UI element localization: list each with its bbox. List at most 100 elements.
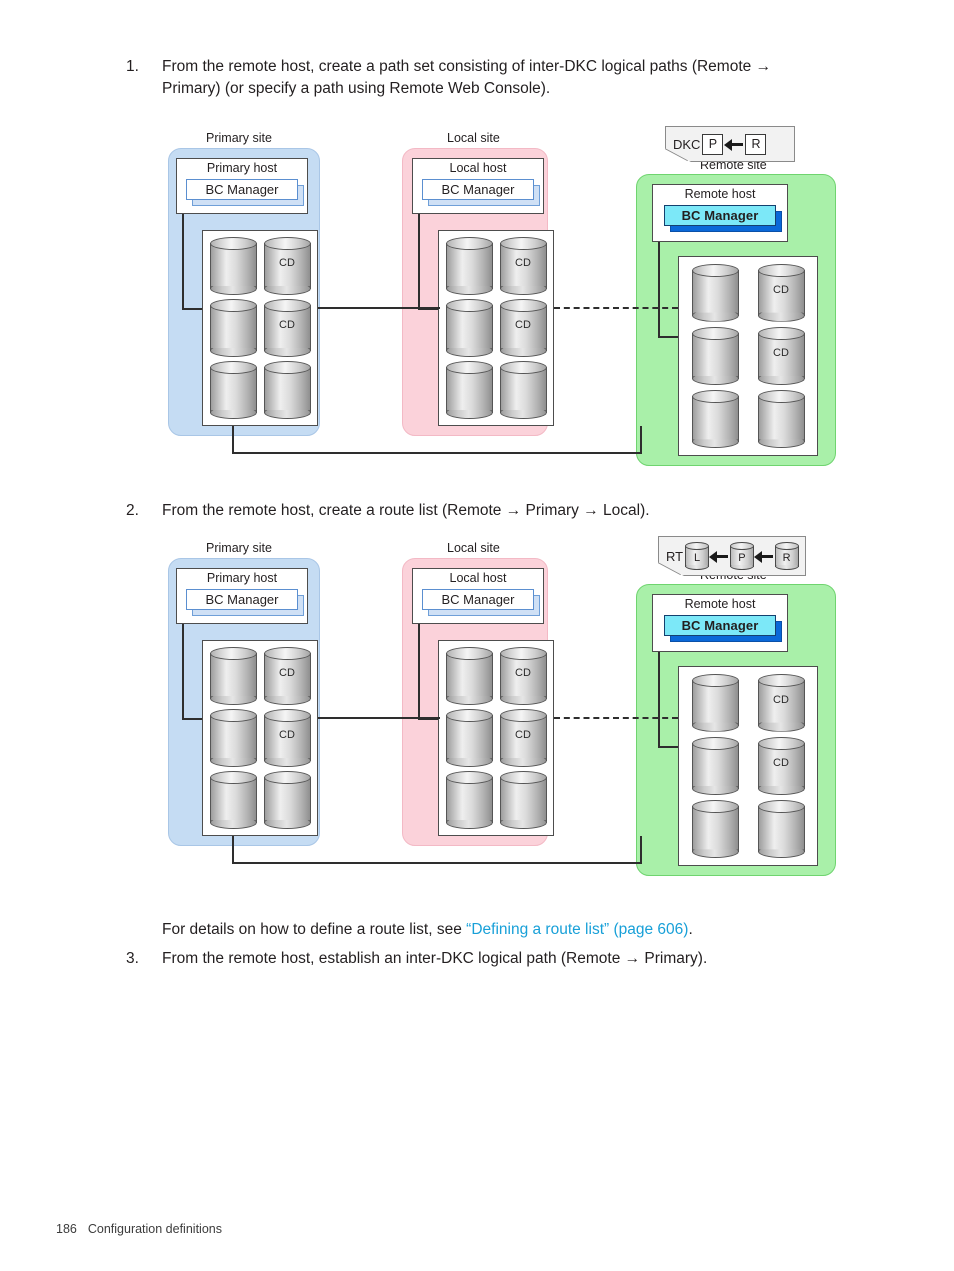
- callout-node-l: L: [685, 542, 710, 570]
- disk-cylinder: [691, 326, 739, 385]
- remote-host-wire-vertical: [658, 242, 661, 338]
- callout-node-r: R: [774, 542, 799, 570]
- disk-label: CD: [279, 319, 295, 331]
- note-lead-text: For details on how to define a route lis…: [162, 921, 467, 938]
- callout-tag: RT: [666, 548, 684, 564]
- disk-cylinder: [209, 771, 257, 829]
- disk-cylinder: [209, 237, 257, 295]
- dkc-callout: DKC P R: [665, 126, 795, 162]
- remote-bc-manager: BC Manager: [664, 614, 782, 642]
- disk-cylinder: [691, 673, 739, 732]
- local-host-wire-vertical: [418, 624, 421, 720]
- callout-node-p-label: P: [738, 552, 746, 564]
- bottom-link-vertical-left: [232, 426, 235, 454]
- bc-manager-label: BC Manager: [664, 614, 776, 636]
- disk-label: CD: [515, 319, 531, 331]
- disk-cylinder: [757, 800, 805, 859]
- local-bc-manager: BC Manager: [422, 178, 540, 206]
- disk-cylinder: [499, 361, 547, 419]
- primary-host-wire-vertical: [182, 214, 185, 310]
- disk-cylinder: [499, 771, 547, 829]
- bottom-link-vertical-right: [640, 836, 643, 864]
- disk-cylinder: [445, 709, 493, 767]
- callout-fold-corner: [658, 562, 684, 576]
- step-2: 2. From the remote host, create a route …: [126, 500, 826, 522]
- local-site-label: Local site: [447, 131, 500, 145]
- disk-label: CD: [279, 729, 295, 741]
- primary-site-label: Primary site: [206, 541, 272, 555]
- bottom-link-horizontal: [232, 452, 642, 455]
- disk-cylinder: CD: [263, 299, 311, 357]
- primary-disk-array: CD CD: [202, 230, 318, 426]
- primary-site-label: Primary site: [206, 131, 272, 145]
- note-tail-text: .: [688, 921, 693, 938]
- disk-cylinder: CD: [757, 263, 805, 322]
- step-1-text: From the remote host, create a path set …: [162, 58, 772, 98]
- page-footer: 186 Configuration definitions: [56, 1222, 222, 1236]
- remote-bc-manager: BC Manager: [664, 204, 782, 232]
- bc-manager-label: BC Manager: [186, 588, 298, 610]
- disk-cylinder: [445, 237, 493, 295]
- primary-bc-manager: BC Manager: [186, 178, 304, 206]
- disk-cylinder: [445, 647, 493, 705]
- local-remote-dashed-link: [554, 717, 678, 719]
- bc-manager-label: BC Manager: [186, 178, 298, 200]
- step-3: 3. From the remote host, establish an in…: [126, 948, 826, 970]
- local-host-box: Local host BC Manager: [412, 158, 544, 214]
- disk-cylinder: [445, 361, 493, 419]
- local-disk-array: CD CD: [438, 640, 554, 836]
- remote-disk-array: CD CD: [678, 666, 818, 866]
- primary-local-link: [318, 307, 440, 310]
- footer-page-number: 186: [56, 1222, 77, 1236]
- remote-host-title: Remote host: [684, 597, 756, 611]
- local-bc-manager: BC Manager: [422, 588, 540, 616]
- local-host-title: Local host: [449, 161, 507, 175]
- disk-cylinder: CD: [499, 647, 547, 705]
- primary-disk-array: CD CD: [202, 640, 318, 836]
- remote-host-wire-vertical: [658, 652, 661, 748]
- callout-node-p: P: [702, 133, 724, 155]
- disk-label: CD: [279, 667, 295, 679]
- primary-host-box: Primary host BC Manager: [176, 568, 308, 624]
- primary-host-wire-vertical: [182, 624, 185, 720]
- disk-label: CD: [515, 667, 531, 679]
- step-1: 1. From the remote host, create a path s…: [126, 56, 826, 101]
- disk-cylinder: [691, 263, 739, 322]
- disk-label: CD: [773, 756, 789, 769]
- figure-path-set: Primary site Local site Remote site Prim…: [160, 126, 850, 474]
- disk-cylinder: [209, 709, 257, 767]
- local-host-wire-vertical: [418, 214, 421, 310]
- local-site-label: Local site: [447, 541, 500, 555]
- disk-label: CD: [773, 693, 789, 706]
- disk-label: CD: [515, 729, 531, 741]
- remote-disk-array: CD CD: [678, 256, 818, 456]
- local-host-title: Local host: [449, 571, 507, 585]
- local-disk-array: CD CD: [438, 230, 554, 426]
- footer-section-title: Configuration definitions: [87, 1222, 222, 1236]
- primary-host-title: Primary host: [206, 571, 278, 585]
- callout-node-l-label: L: [694, 552, 701, 564]
- defining-route-list-link[interactable]: “Defining a route list” (page 606): [466, 921, 688, 938]
- figure-route-list: Primary site Local site Remote site Prim…: [160, 536, 850, 884]
- primary-local-link: [318, 717, 440, 720]
- remote-host-box: Remote host BC Manager: [652, 594, 788, 652]
- callout-tag: DKC: [673, 136, 701, 152]
- route-list-note: For details on how to define a route lis…: [162, 919, 842, 941]
- disk-cylinder: CD: [499, 237, 547, 295]
- step-3-text: From the remote host, establish an inter…: [162, 950, 708, 967]
- step-3-number: 3.: [126, 950, 139, 967]
- step-2-text: From the remote host, create a route lis…: [162, 502, 650, 519]
- disk-cylinder: [691, 800, 739, 859]
- bottom-link-vertical-left: [232, 836, 235, 864]
- disk-cylinder: CD: [263, 647, 311, 705]
- bc-manager-label: BC Manager: [664, 204, 776, 226]
- bottom-link-vertical-right: [640, 426, 643, 454]
- disk-cylinder: CD: [757, 736, 805, 795]
- arrow-left-icon: [754, 549, 774, 563]
- disk-cylinder: [209, 361, 257, 419]
- step-1-number: 1.: [126, 58, 139, 75]
- disk-cylinder: [209, 647, 257, 705]
- disk-cylinder: [757, 390, 805, 449]
- disk-cylinder: CD: [263, 709, 311, 767]
- disk-label: CD: [773, 283, 789, 296]
